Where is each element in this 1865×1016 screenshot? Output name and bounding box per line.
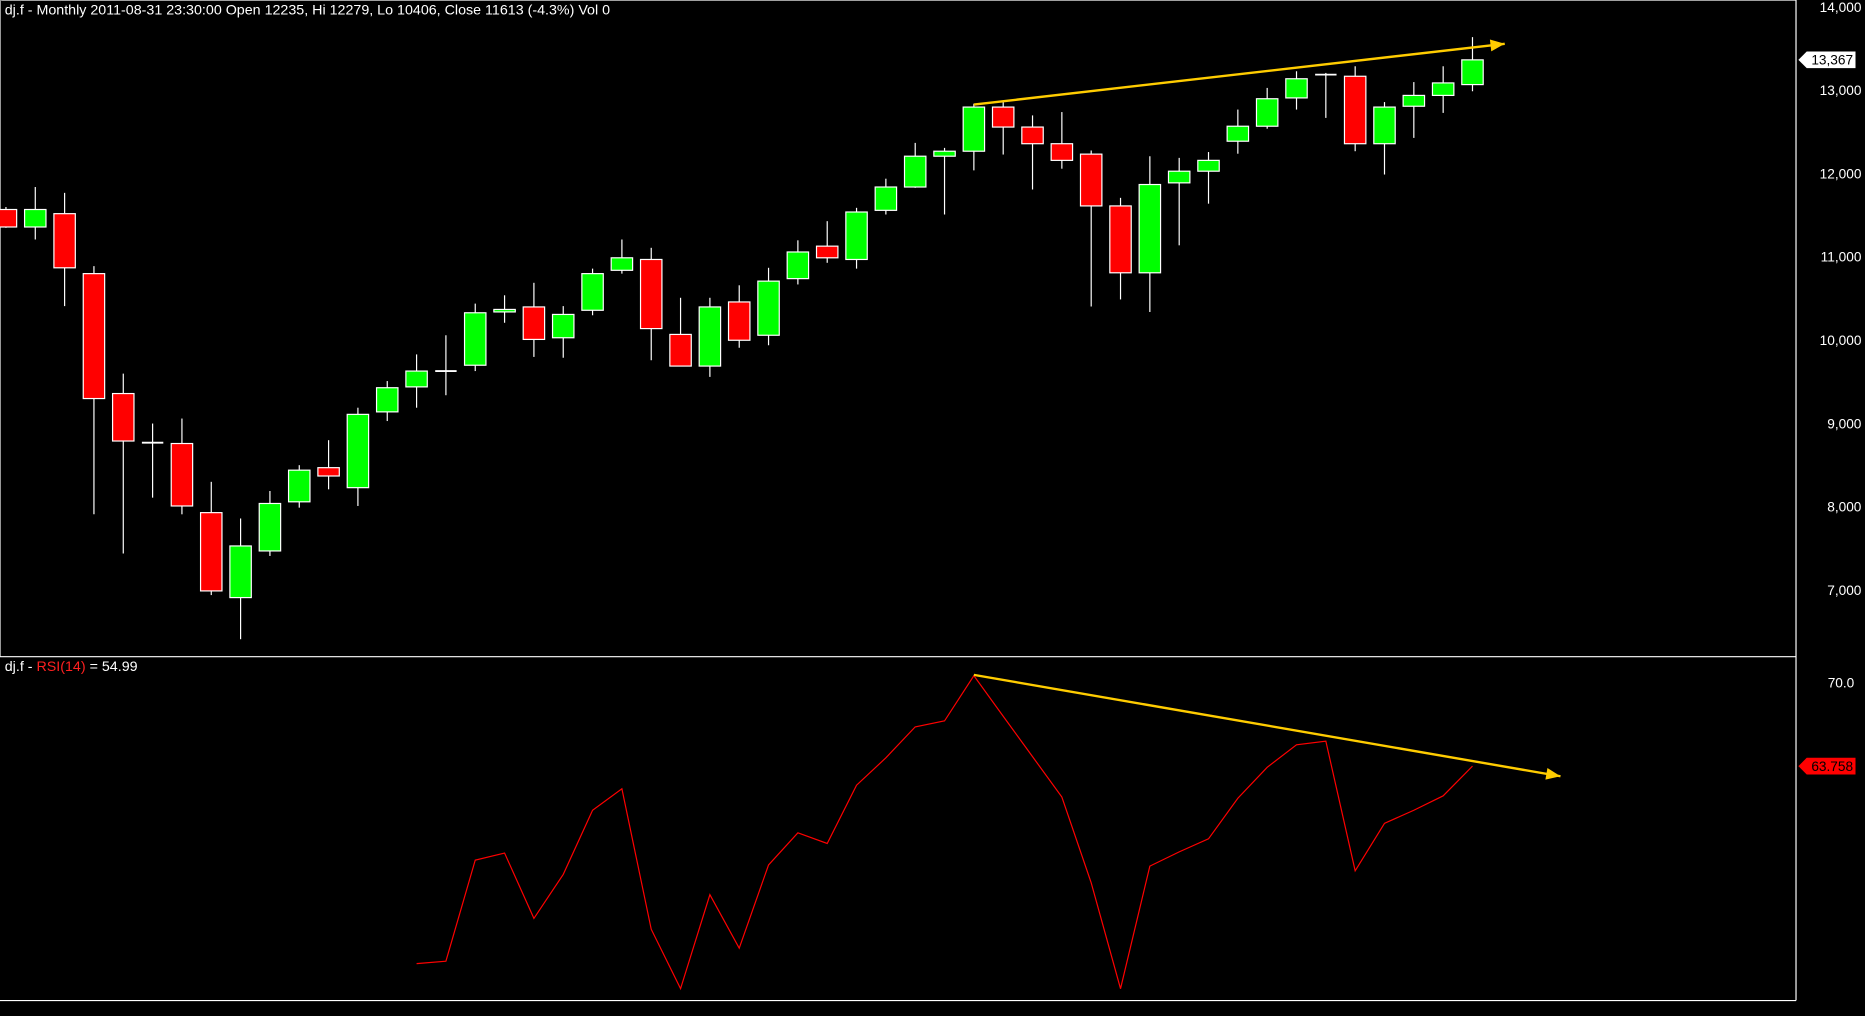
- candle-body: [1373, 106, 1396, 145]
- price-tick-label: 8,000: [1827, 500, 1862, 515]
- price-tick-label: 14,000: [1820, 0, 1862, 15]
- candle-body: [287, 469, 311, 503]
- candle[interactable]: [463, 303, 487, 372]
- candle-body: [727, 301, 751, 341]
- candle-body: [874, 186, 898, 211]
- candle-body: [23, 208, 47, 228]
- candle-body: [375, 387, 399, 413]
- stock-chart[interactable]: 14,000 13,000 12,000 11,000 10,000 9,000 8,000…: [0, 0, 1865, 1016]
- candle-body: [698, 306, 722, 367]
- price-tick-label: 13,000: [1820, 83, 1862, 98]
- candle-body: [786, 251, 810, 280]
- candle-body: [903, 155, 927, 188]
- candle-body: [1050, 143, 1074, 161]
- candle-body: [757, 280, 780, 336]
- candle-body: [1255, 98, 1279, 127]
- rsi-chart-title: dj.f - RSI(14) = 54.99: [5, 659, 138, 675]
- candle[interactable]: [287, 465, 311, 508]
- candle-body: [815, 245, 839, 259]
- candle-body: [1079, 153, 1103, 207]
- candle-body: [405, 370, 428, 388]
- price-tick-label: 9,000: [1827, 416, 1862, 431]
- candle-body: [962, 106, 986, 152]
- candle-body: [639, 258, 663, 330]
- candle-body: [1021, 126, 1044, 145]
- candle-body: [258, 502, 282, 552]
- candle-body: [1167, 170, 1191, 184]
- last-rsi-marker-text: 63.758: [1811, 759, 1853, 774]
- candle[interactable]: [698, 297, 722, 377]
- candle-body: [199, 512, 223, 592]
- candle-body: [53, 213, 76, 269]
- candle-body: [1461, 59, 1484, 86]
- candle-body: [317, 467, 340, 477]
- candle-body: [581, 273, 604, 311]
- candle-body: [229, 545, 252, 599]
- candle-body: [933, 150, 956, 157]
- candle-body: [0, 208, 18, 228]
- price-tick-label: 10,000: [1820, 333, 1862, 348]
- candle-body: [1402, 94, 1426, 107]
- candle[interactable]: [1343, 66, 1367, 152]
- rsi-title-value: = 54.99: [86, 659, 138, 675]
- price-tick-label: 12,000: [1820, 166, 1862, 181]
- candle-body: [991, 106, 1015, 128]
- candle-body: [610, 257, 634, 271]
- candle-body: [551, 313, 575, 339]
- candle-body: [1343, 75, 1367, 145]
- rsi-tick-label: 70.0: [1828, 676, 1855, 691]
- price-tick-label: 7,000: [1827, 583, 1862, 598]
- candle-body: [1197, 159, 1220, 172]
- candle-body: [1226, 125, 1250, 142]
- candle-body: [346, 413, 370, 489]
- last-price-marker-text: 13,367: [1811, 53, 1853, 68]
- candle-body: [463, 312, 487, 366]
- candle-body: [111, 392, 135, 442]
- candle-body: [82, 273, 106, 400]
- candle-body: [845, 211, 868, 261]
- candle-body: [522, 306, 546, 341]
- candle[interactable]: [581, 268, 604, 316]
- candle[interactable]: [0, 207, 18, 228]
- candle-body: [170, 442, 194, 507]
- candle-body: [1109, 205, 1132, 274]
- last-price-marker: 13,367: [1798, 51, 1856, 69]
- last-rsi-marker: 63.758: [1798, 757, 1856, 775]
- candle-body: [493, 308, 516, 313]
- candle-body: [1138, 183, 1162, 274]
- candle-body: [669, 333, 692, 367]
- rsi-title-prefix: dj.f -: [5, 659, 37, 675]
- candle-body: [1285, 78, 1308, 99]
- candle-body: [1431, 82, 1455, 97]
- price-chart-title: dj.f - Monthly 2011-08-31 23:30:00 Open …: [5, 2, 610, 18]
- rsi-indicator-name: RSI(14): [36, 659, 85, 675]
- price-tick-label: 11,000: [1821, 250, 1862, 265]
- candle[interactable]: [845, 207, 868, 269]
